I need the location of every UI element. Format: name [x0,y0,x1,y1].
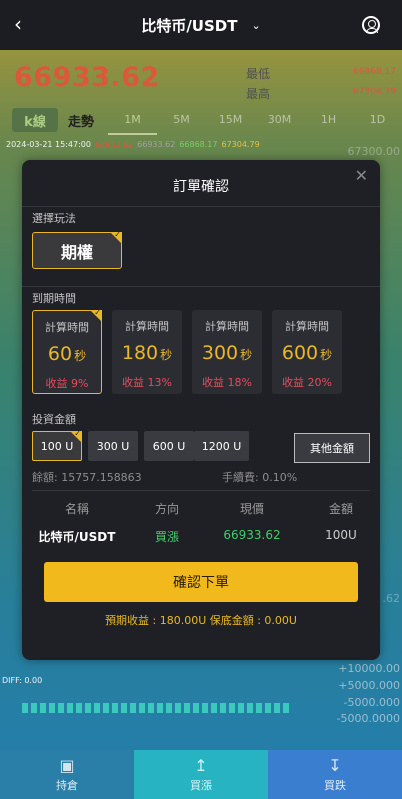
briefcase-icon: ▣ [59,756,75,775]
time-option-profit: 收益 9% [45,377,89,390]
time-option-caption: 計算時間 [205,320,249,333]
time-option-caption: 計算時間 [125,320,169,333]
time-option-profit: 收益 18% [202,376,252,389]
confirm-order-button[interactable]: 確認下單 [44,562,358,602]
chevron-down-icon[interactable]: ⌄ [251,19,260,32]
header-direction: 方向 [154,502,179,516]
check-icon: ✓ [74,429,81,438]
order-amount: 100U [325,528,357,542]
time-option-value: 300 秒 [201,342,253,364]
order-table-row: 比特币/USDT 買漲 66933.62 100U [22,528,380,545]
order-direction: 買漲 [154,530,179,544]
buy-down-label: 買跌 [324,779,346,792]
hold-label: 持倉 [56,779,78,792]
time-option-caption: 計算時間 [285,320,329,333]
footer-bar: ▣ 持倉 ↥ 買漲 ↧ 買跌 [0,750,402,799]
user-icon[interactable] [362,16,380,34]
check-icon: ✓ [94,308,101,317]
divider [32,490,370,491]
buy-up-label: 買漲 [190,779,212,792]
download-icon: ↧ [328,756,342,775]
top-bar: ‹ 比特币/USDT ⌄ [0,0,402,50]
balance-text: 餘額: 15757.158863 [32,471,142,484]
time-option-180[interactable]: 計算時間 180 秒 收益 13% [112,310,182,394]
time-option-300[interactable]: 計算時間 300 秒 收益 18% [192,310,262,394]
back-arrow-icon[interactable]: ‹ [14,12,22,36]
order-table-header: 名稱 方向 現價 金額 [22,500,380,517]
order-confirm-modal: 訂單確認 ✕ 選擇玩法 期權 ✓ 到期時間 計算時間 60 秒 收益 9% ✓ 計… [22,160,380,660]
fee-text: 手續費: 0.10% [222,471,298,484]
time-option-value: 180 秒 [121,342,173,364]
time-option-60[interactable]: 計算時間 60 秒 收益 9% ✓ [32,308,102,394]
amount-option-600[interactable]: 600 U [144,431,194,461]
time-option-profit: 收益 13% [122,376,172,389]
amount-option-300[interactable]: 300 U [88,431,138,461]
time-option-value: 60 秒 [47,343,87,365]
play-section-label: 選擇玩法 [32,212,76,225]
play-option-label: 期權 [60,242,93,262]
upload-icon: ↥ [194,756,208,775]
modal-title: 訂單確認 [173,179,229,195]
divider [22,286,380,287]
header-amount: 金額 [328,502,353,516]
header-price: 現價 [239,502,264,516]
divider [22,206,380,207]
amount-option-100[interactable]: 100 U ✓ [32,429,82,461]
play-option-button[interactable]: 期權 ✓ [32,230,122,269]
hold-button[interactable]: ▣ 持倉 [0,750,134,799]
time-option-600[interactable]: 計算時間 600 秒 收益 20% [272,310,342,394]
amount-option-1200[interactable]: 1200 U [194,431,249,461]
order-price: 66933.62 [223,528,281,542]
order-name: 比特币/USDT [38,530,116,544]
close-icon[interactable]: ✕ [355,166,368,185]
header-name: 名稱 [64,502,89,516]
check-icon: ✓ [114,230,121,239]
expected-profit-text: 預期收益 : 180.00U 保底金額 : 0.00U [105,614,297,627]
amount-section-label: 投資金額 [32,413,76,426]
page-title[interactable]: 比特币/USDT [141,15,237,36]
expiry-section-label: 到期時間 [32,292,76,305]
time-option-profit: 收益 20% [282,376,332,389]
buy-up-button[interactable]: ↥ 買漲 [134,750,268,799]
other-amount-button[interactable]: 其他金額 [294,433,370,463]
buy-down-button[interactable]: ↧ 買跌 [268,750,402,799]
time-option-value: 600 秒 [281,342,333,364]
